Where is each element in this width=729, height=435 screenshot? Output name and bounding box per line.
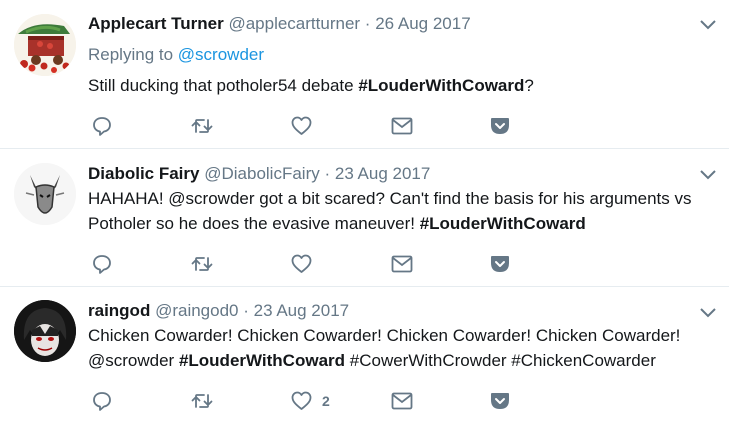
tweet-text-part: #CowerWithCrowder #ChickenCowarder <box>345 351 656 370</box>
replying-to: Replying to @scrowder <box>88 44 264 66</box>
retweet-icon <box>191 119 213 133</box>
timestamp[interactable]: 26 Aug 2017 <box>375 14 470 33</box>
timestamp[interactable]: 23 Aug 2017 <box>335 164 430 183</box>
tweet-text-part: ? <box>524 76 534 95</box>
tweet-text: Chicken Cowarder! Chicken Cowarder! Chic… <box>88 323 718 373</box>
envelope-icon <box>391 255 413 273</box>
tweet-feed: Applecart Turner @applecartturner · 26 A… <box>0 0 729 435</box>
replying-label: Replying to <box>88 45 174 64</box>
tweet-text: HAHAHA! @scrowder got a bit scared? Can'… <box>88 186 718 236</box>
like-count: 2 <box>322 393 330 409</box>
tweet-text-line: @scrowder #LouderWithCoward #CowerWithCr… <box>88 348 718 373</box>
tweet-actions <box>88 115 528 137</box>
like-button[interactable] <box>291 253 322 275</box>
pocket-icon <box>491 256 509 272</box>
username[interactable]: @raingod0 <box>155 301 238 320</box>
retweet-button[interactable] <box>191 390 213 412</box>
envelope-icon <box>391 392 413 410</box>
reply-icon <box>93 117 111 136</box>
heart-icon <box>291 116 312 135</box>
tweet-text: Still ducking that potholer54 debate #Lo… <box>88 73 718 98</box>
heart-icon <box>291 391 312 410</box>
timestamp[interactable]: 23 Aug 2017 <box>254 301 349 320</box>
username[interactable]: @DiabolicFairy <box>204 164 320 183</box>
avatar[interactable] <box>14 163 76 225</box>
tweet-actions <box>88 253 528 275</box>
chevron-down-icon[interactable] <box>699 169 717 181</box>
display-name[interactable]: Diabolic Fairy <box>88 164 199 183</box>
pocket-icon <box>491 118 509 134</box>
avatar[interactable] <box>14 14 76 76</box>
pocket-button[interactable] <box>490 253 510 275</box>
replying-handle[interactable]: @scrowder <box>178 45 264 64</box>
heart-icon <box>291 254 312 273</box>
retweet-icon <box>191 257 213 271</box>
avatar[interactable] <box>14 300 76 362</box>
retweet-button[interactable] <box>191 253 213 275</box>
like-button[interactable]: 2 <box>291 390 330 412</box>
hashtag[interactable]: #LouderWithCoward <box>179 351 345 370</box>
pocket-button[interactable] <box>490 390 510 412</box>
hashtag[interactable]: #LouderWithCoward <box>358 76 524 95</box>
direct-message-button[interactable] <box>391 253 413 275</box>
direct-message-button[interactable] <box>391 390 413 412</box>
tweet-header: Diabolic Fairy @DiabolicFairy · 23 Aug 2… <box>88 164 431 183</box>
tweet-text-part: Still ducking that potholer54 debate <box>88 76 359 95</box>
tweet-text-line: HAHAHA! @scrowder got a bit scared? Can'… <box>88 189 692 208</box>
applecart-avatar-icon <box>14 14 76 76</box>
hashtag[interactable]: #LouderWithCoward <box>420 214 586 233</box>
reply-icon <box>93 255 111 274</box>
tweet-text-part: @scrowder <box>88 351 179 370</box>
retweet-button[interactable] <box>191 115 213 137</box>
display-name[interactable]: Applecart Turner <box>88 14 224 33</box>
tweet-header: raingod @raingod0 · 23 Aug 2017 <box>88 301 350 320</box>
display-name[interactable]: raingod <box>88 301 150 320</box>
reply-icon <box>93 392 111 411</box>
tweet[interactable]: Diabolic Fairy @DiabolicFairy · 23 Aug 2… <box>0 149 729 287</box>
tweet[interactable]: Applecart Turner @applecartturner · 26 A… <box>0 0 729 149</box>
tweet-actions: 2 <box>88 390 528 412</box>
username[interactable]: @applecartturner <box>228 14 360 33</box>
chevron-down-icon[interactable] <box>699 19 717 31</box>
retweet-icon <box>191 394 213 408</box>
like-button[interactable] <box>291 115 322 137</box>
chevron-down-icon[interactable] <box>699 307 717 319</box>
tweet-text-line: Potholer so he does the evasive maneuver… <box>88 211 718 236</box>
tweet-text-part: Potholer so he does the evasive maneuver… <box>88 214 420 233</box>
envelope-icon <box>391 117 413 135</box>
tweet[interactable]: raingod @raingod0 · 23 Aug 2017 Chicken … <box>0 287 729 435</box>
reply-button[interactable] <box>92 115 112 137</box>
reply-button[interactable] <box>92 253 112 275</box>
tweet-text-line: Chicken Cowarder! Chicken Cowarder! Chic… <box>88 326 681 345</box>
pocket-icon <box>491 393 509 409</box>
direct-message-button[interactable] <box>391 115 413 137</box>
tweet-header: Applecart Turner @applecartturner · 26 A… <box>88 14 471 33</box>
raingod-avatar-icon <box>14 300 76 362</box>
pocket-button[interactable] <box>490 115 510 137</box>
reply-button[interactable] <box>92 390 112 412</box>
diabolic-fairy-avatar-icon <box>14 163 76 225</box>
